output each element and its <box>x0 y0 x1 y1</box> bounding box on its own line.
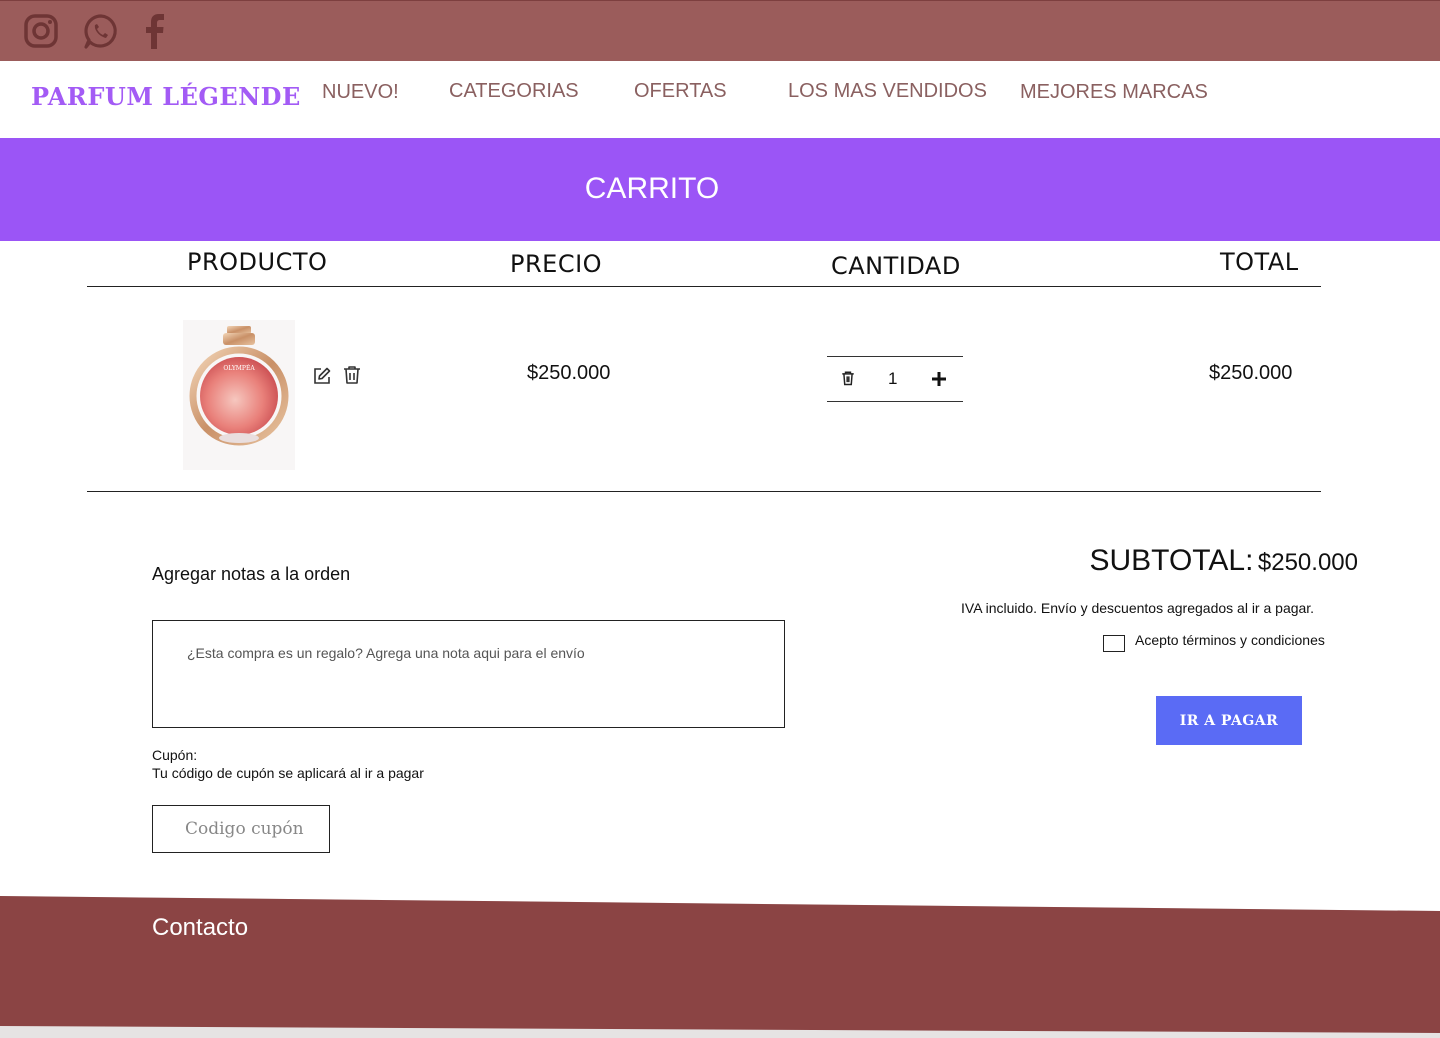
divider <box>87 286 1321 287</box>
order-notes-input[interactable] <box>152 620 785 728</box>
terms-checkbox[interactable] <box>1103 635 1125 652</box>
svg-text:OLYMPÉA: OLYMPÉA <box>223 364 255 372</box>
plus-icon[interactable] <box>929 369 949 389</box>
subtotal: SUBTOTAL: $250.000 <box>1090 544 1359 578</box>
subtotal-label: SUBTOTAL: <box>1089 544 1254 577</box>
footer-title: Contacto <box>152 914 249 941</box>
product-price: $250.000 <box>527 362 611 384</box>
quantity-value[interactable]: 1 <box>888 369 897 389</box>
terms-label[interactable]: Acepto términos y condiciones <box>1135 632 1325 648</box>
header-cantidad: CANTIDAD <box>831 252 961 280</box>
nav-mejores-marcas[interactable]: MEJORES MARCAS <box>1020 81 1208 104</box>
header-precio: PRECIO <box>510 250 603 278</box>
edit-icon[interactable] <box>311 365 333 387</box>
quantity-stepper: 1 <box>827 356 963 402</box>
nav-ofertas[interactable]: OFERTAS <box>634 80 727 103</box>
checkout-button[interactable]: IR A PAGAR <box>1156 696 1302 745</box>
notes-label: Agregar notas a la orden <box>152 564 351 584</box>
trash-icon[interactable] <box>839 369 857 387</box>
coupon-hint: Tu código de cupón se aplicará al ir a p… <box>152 765 424 781</box>
nav-mas-vendidos[interactable]: LOS MAS VENDIDOS <box>788 80 987 103</box>
page-title: CARRITO <box>584 172 720 205</box>
brand-logo[interactable]: PARFUM LÉGENDE <box>31 82 301 111</box>
delete-icon[interactable] <box>341 364 363 386</box>
instagram-icon[interactable] <box>21 11 61 51</box>
nav-categorias[interactable]: CATEGORIAS <box>449 80 579 103</box>
product-image: OLYMPÉA <box>183 320 295 470</box>
nav-nuevo[interactable]: NUEVO! <box>322 81 399 104</box>
subtotal-value: $250.000 <box>1257 549 1358 576</box>
whatsapp-icon[interactable] <box>81 11 121 51</box>
social-bar <box>0 0 1440 61</box>
header-total: TOTAL <box>1220 248 1299 276</box>
header-producto: PRODUCTO <box>187 248 328 276</box>
coupon-title: Cupón: <box>152 747 198 763</box>
coupon-input[interactable] <box>152 805 330 853</box>
facebook-icon[interactable] <box>135 11 175 51</box>
coupon-label: Cupón: Tu código de cupón se aplicará al… <box>152 746 424 782</box>
tax-note: IVA incluido. Envío y descuentos agregad… <box>961 600 1315 616</box>
divider <box>87 491 1321 492</box>
row-total: $250.000 <box>1209 362 1293 384</box>
